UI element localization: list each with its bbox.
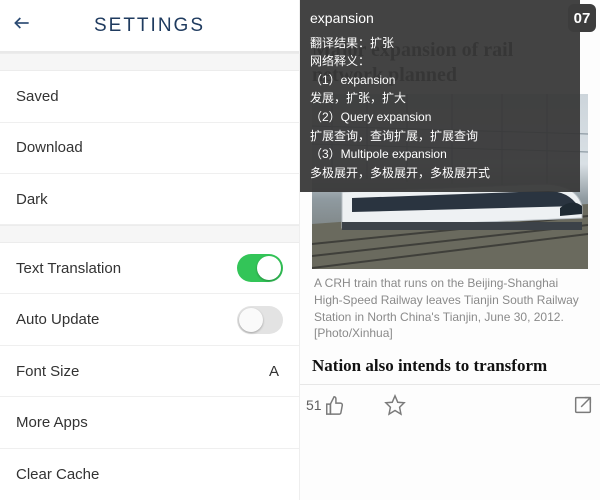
section-gap xyxy=(0,53,299,71)
row-font-size[interactable]: Font Size A xyxy=(0,346,299,397)
row-label: Auto Update xyxy=(16,311,99,328)
row-label: Download xyxy=(16,139,83,156)
star-icon[interactable] xyxy=(384,394,406,416)
overlay-line: （2）Query expansion xyxy=(310,108,570,127)
section-gap xyxy=(0,225,299,243)
toggle-auto-update[interactable] xyxy=(237,306,283,334)
row-saved[interactable]: Saved xyxy=(0,71,299,122)
thumbs-up-icon xyxy=(324,394,346,416)
app-logo-icon[interactable]: 07 xyxy=(568,4,596,32)
translation-overlay[interactable]: expansion 翻译结果：扩张 网络释义： （1）expansion 发展，… xyxy=(300,0,580,192)
overlay-line: （3）Multipole expansion xyxy=(310,145,570,164)
overlay-headword: expansion xyxy=(310,8,570,30)
settings-header: SETTINGS xyxy=(0,0,299,53)
settings-panel: SETTINGS Saved Download Dark Text Transl… xyxy=(0,0,300,500)
font-size-value: A xyxy=(269,363,279,380)
overlay-line: 扩展查询，查询扩展，扩展查询 xyxy=(310,127,570,146)
like-count: 51 xyxy=(306,397,322,413)
share-icon[interactable] xyxy=(572,394,594,416)
row-clear-cache[interactable]: Clear Cache xyxy=(0,449,299,500)
overlay-line: （1）expansion xyxy=(310,71,570,90)
article-subhead: Nation also intends to transform xyxy=(312,352,588,384)
row-dark[interactable]: Dark xyxy=(0,174,299,225)
row-download[interactable]: Download xyxy=(0,123,299,174)
toggle-text-translation[interactable] xyxy=(237,254,283,282)
settings-title: SETTINGS xyxy=(12,15,287,37)
overlay-line: 翻译结果：扩张 xyxy=(310,34,570,53)
photo-caption: A CRH train that runs on the Beijing-Sha… xyxy=(312,269,588,352)
article-panel: 07 expansion 翻译结果：扩张 网络释义： （1）expansion … xyxy=(300,0,600,500)
row-text-translation[interactable]: Text Translation xyxy=(0,243,299,294)
overlay-line: 多极展开，多极展开，多极展开式 xyxy=(310,164,570,183)
overlay-line: 发展，扩张，扩大 xyxy=(310,89,570,108)
row-label: Font Size xyxy=(16,363,79,380)
row-label: Saved xyxy=(16,88,59,105)
like-button[interactable]: 51 xyxy=(306,394,346,416)
row-auto-update[interactable]: Auto Update xyxy=(0,294,299,345)
row-label: More Apps xyxy=(16,414,88,431)
row-label: Text Translation xyxy=(16,260,121,277)
row-label: Clear Cache xyxy=(16,466,99,483)
row-more-apps[interactable]: More Apps xyxy=(0,397,299,448)
overlay-line: 网络释义： xyxy=(310,52,570,71)
action-bar: 51 xyxy=(300,384,600,424)
row-label: Dark xyxy=(16,191,48,208)
